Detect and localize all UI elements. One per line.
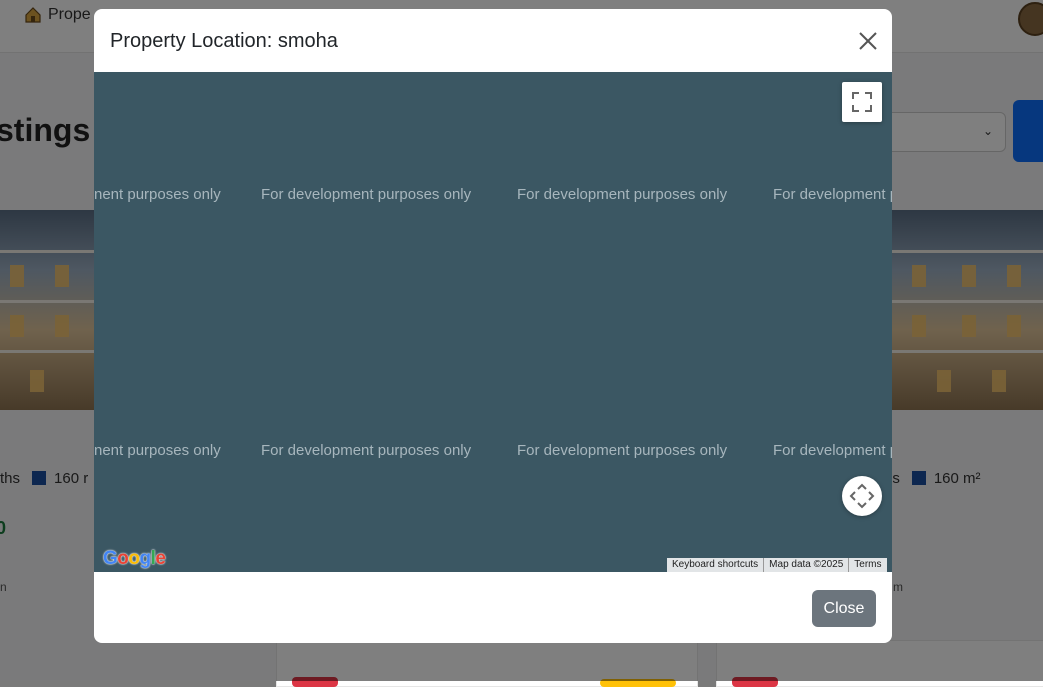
camera-control-button[interactable] xyxy=(842,476,882,516)
logo-letter: e xyxy=(155,548,166,569)
dev-watermark: For development p xyxy=(773,442,892,459)
close-icon[interactable] xyxy=(853,26,883,56)
logo-letter: o xyxy=(128,548,140,569)
logo-letter: g xyxy=(139,548,152,569)
dev-watermark: For development purposes only xyxy=(261,186,472,203)
dev-watermark: nent purposes only xyxy=(94,186,221,203)
dev-watermark: For development purposes only xyxy=(261,442,472,459)
google-map[interactable]: nent purposes only For development purpo… xyxy=(94,72,892,572)
logo-letter: o xyxy=(117,548,129,569)
fullscreen-button[interactable] xyxy=(842,82,882,122)
close-button[interactable]: Close xyxy=(812,590,876,627)
modal-header: Property Location: smoha xyxy=(94,9,892,73)
camera-control-icon xyxy=(849,483,875,509)
fullscreen-icon xyxy=(852,92,872,112)
dev-watermark: For development p xyxy=(773,186,892,203)
map-data-text: Map data ©2025 xyxy=(764,558,850,572)
dev-watermark: nent purposes only xyxy=(94,442,221,459)
keyboard-shortcuts-link[interactable]: Keyboard shortcuts xyxy=(667,558,765,572)
map-attribution: Keyboard shortcuts Map data ©2025 Terms xyxy=(667,558,887,572)
modal-footer: Close xyxy=(94,572,892,643)
dev-watermark: For development purposes only xyxy=(517,186,728,203)
terms-link[interactable]: Terms xyxy=(849,558,886,572)
property-location-modal: Property Location: smoha nent purposes o… xyxy=(94,9,892,643)
logo-letter: G xyxy=(103,548,118,569)
google-logo[interactable]: Google xyxy=(103,548,166,570)
modal-title: Property Location: smoha xyxy=(110,30,338,52)
dev-watermark: For development purposes only xyxy=(517,442,728,459)
